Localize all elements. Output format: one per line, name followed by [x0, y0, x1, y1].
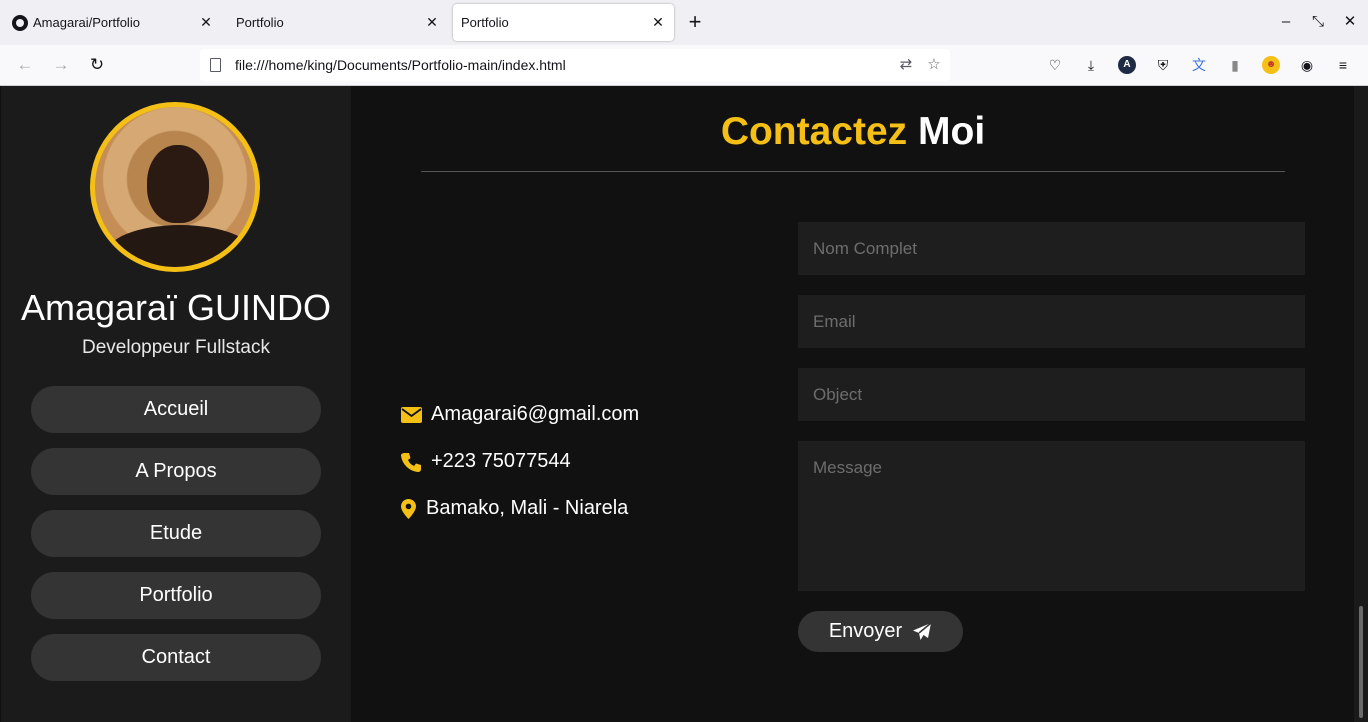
- restore-icon[interactable]: ⤡: [1308, 12, 1328, 32]
- contact-phone-row: +223 75077544: [400, 450, 571, 473]
- envelope-icon: [400, 404, 422, 426]
- new-tab-icon[interactable]: +: [685, 11, 705, 33]
- section-title: Contactez Moi: [352, 110, 1354, 154]
- message-textarea[interactable]: [798, 441, 1305, 591]
- browser-tab-active[interactable]: Portfolio ✕: [453, 4, 674, 41]
- menu-icon[interactable]: ≡: [1334, 56, 1352, 74]
- url-text[interactable]: file:///home/king/Documents/Portfolio-ma…: [235, 57, 566, 73]
- tab-label: Amagarai/Portfolio: [33, 15, 140, 30]
- contact-phone: +223 75077544: [431, 450, 571, 472]
- pocket-icon[interactable]: ♡: [1046, 56, 1064, 74]
- close-tab-icon[interactable]: ✕: [424, 14, 440, 30]
- close-tab-icon[interactable]: ✕: [650, 14, 666, 30]
- avatar: [90, 102, 260, 272]
- minimize-icon[interactable]: –: [1276, 12, 1296, 32]
- scrollbar-thumb[interactable]: [1359, 606, 1363, 718]
- contact-email: Amagarai6@gmail.com: [431, 403, 640, 425]
- page-scrollbar[interactable]: [1354, 86, 1368, 722]
- email-input[interactable]: [798, 295, 1305, 348]
- back-icon[interactable]: ←: [15, 55, 35, 75]
- bookmark-star-icon[interactable]: ☆: [926, 57, 942, 73]
- url-bar[interactable]: file:///home/king/Documents/Portfolio-ma…: [200, 49, 950, 81]
- nav-portfolio[interactable]: Portfolio: [31, 572, 321, 619]
- send-button[interactable]: Envoyer: [798, 611, 963, 652]
- object-input[interactable]: [798, 368, 1305, 421]
- send-button-label: Envoyer: [828, 620, 903, 642]
- nav-accueil[interactable]: Accueil: [31, 386, 321, 433]
- profile-role: Developpeur Fullstack: [82, 337, 270, 358]
- close-window-icon[interactable]: ✕: [1340, 12, 1360, 32]
- nav-a-propos[interactable]: A Propos: [31, 448, 321, 495]
- tab-label: Portfolio: [461, 15, 509, 30]
- browser-tab[interactable]: Portfolio ✕: [228, 4, 448, 41]
- phone-icon: [400, 451, 422, 473]
- location-pin-icon: [400, 498, 416, 520]
- nav-contact[interactable]: Contact: [31, 634, 321, 681]
- translate-extension-icon[interactable]: 文: [1190, 56, 1208, 74]
- avatar-shoulders: [105, 225, 255, 267]
- browser-tab[interactable]: Amagarai/Portfolio ✕: [4, 4, 222, 41]
- shield-icon[interactable]: ⛨: [1154, 56, 1172, 74]
- full-name-input[interactable]: [798, 222, 1305, 275]
- page-viewport: Amagaraï GUINDO Developpeur Fullstack Ac…: [0, 86, 1368, 722]
- browser-tab-bar: Amagarai/Portfolio ✕ Portfolio ✕ Portfol…: [0, 0, 1368, 45]
- page-icon: [210, 58, 221, 72]
- incognito-extension-icon[interactable]: ◉: [1298, 56, 1316, 74]
- tab-label: Portfolio: [236, 15, 284, 30]
- github-icon: [12, 14, 28, 31]
- section-title-rest: Moi: [918, 110, 986, 153]
- contact-address-row: Bamako, Mali - Niarela: [400, 497, 628, 520]
- reload-icon[interactable]: ↻: [87, 55, 107, 75]
- emoji-extension-icon[interactable]: ☻: [1262, 56, 1280, 74]
- extension-icon[interactable]: ▮: [1226, 56, 1244, 74]
- section-title-accent: Contactez: [720, 110, 908, 153]
- nav-etude[interactable]: Etude: [31, 510, 321, 557]
- contact-email-row: Amagarai6@gmail.com: [400, 403, 639, 426]
- forward-icon[interactable]: →: [51, 55, 71, 75]
- profile-name: Amagaraï GUINDO: [20, 287, 332, 328]
- contact-address: Bamako, Mali - Niarela: [426, 497, 629, 519]
- downloads-icon[interactable]: ⤓: [1082, 56, 1100, 74]
- avatar-face: [147, 145, 209, 223]
- close-tab-icon[interactable]: ✕: [198, 14, 214, 30]
- paper-plane-icon: [913, 621, 932, 640]
- title-divider: [421, 171, 1285, 172]
- extension-a-icon[interactable]: A: [1118, 56, 1136, 74]
- translate-icon[interactable]: ⇄: [898, 57, 914, 73]
- sidebar: Amagaraï GUINDO Developpeur Fullstack Ac…: [1, 86, 351, 722]
